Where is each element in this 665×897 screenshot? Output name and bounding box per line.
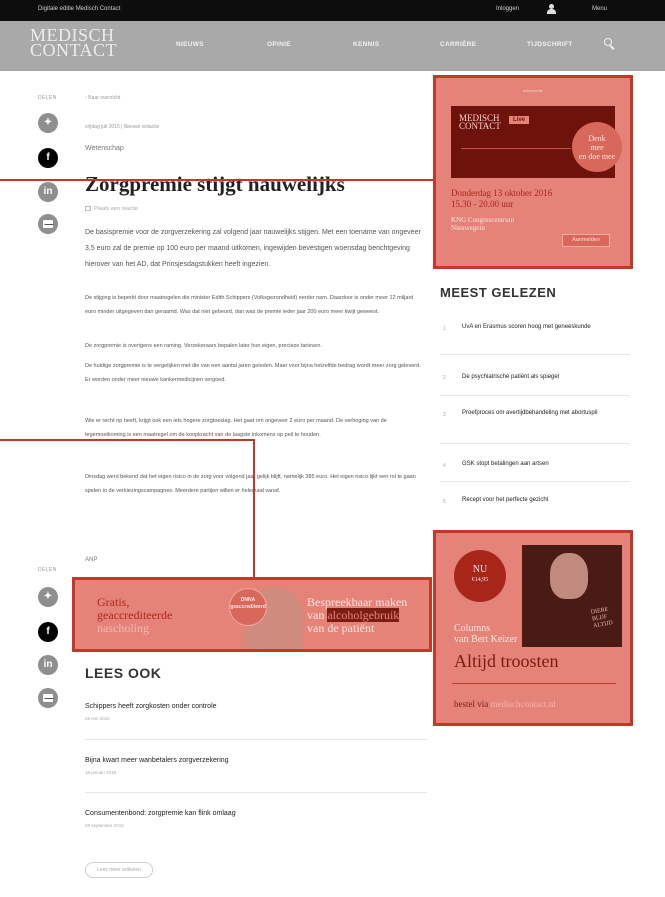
email-share-button[interactable] xyxy=(38,214,58,234)
price-badge: NU €14,95 xyxy=(454,550,506,602)
nav-item-tijdschrift[interactable]: TIJDSCHRIFT xyxy=(527,41,573,48)
related-date: 16 januari 2018 xyxy=(85,770,117,775)
related-date: 26 mei 2016 xyxy=(85,716,110,721)
order-link[interactable]: bestel via medischcontact.nl xyxy=(454,699,556,709)
most-read-rank: 4 xyxy=(443,463,446,469)
event-banner-ad[interactable]: advertentie MEDISCH CONTACT Live Denk me… xyxy=(433,75,633,269)
divider xyxy=(85,792,427,793)
page-title: Zorgpremie stijgt nauwelijks xyxy=(85,172,345,196)
register-button[interactable]: Aanmelden xyxy=(562,234,610,247)
most-read-item[interactable]: UvA en Erasmus scoren hoog met geneeskun… xyxy=(462,322,622,333)
search-icon[interactable] xyxy=(604,38,616,50)
accreditation-banner-ad[interactable]: Gratis, geaccrediteerde nascholing DNNA … xyxy=(72,577,432,652)
book-subtitle: Columns van Bert Keizer xyxy=(454,623,518,645)
ad-wave-line xyxy=(461,148,571,149)
most-read-item[interactable]: GSK stopt betalingen aan artsen xyxy=(462,459,622,470)
annotation-line xyxy=(0,179,460,181)
top-bar: Digitale editie Medisch Contact Inloggen… xyxy=(0,0,665,21)
twitter-icon: ✦ xyxy=(43,591,53,602)
ad-label: advertentie xyxy=(523,88,543,93)
most-read-rank: 1 xyxy=(443,326,446,332)
article-paragraph: De zorgpremie is overigens een raming. V… xyxy=(85,343,322,349)
author-portrait xyxy=(550,553,588,599)
related-item[interactable]: Consumentenbond: zorgpremie kan flink om… xyxy=(85,810,427,828)
email-icon xyxy=(43,220,54,228)
site-logo[interactable]: MEDISCH CONTACT xyxy=(30,26,117,59)
article-source: ANP xyxy=(85,557,98,563)
user-icon[interactable] xyxy=(547,4,556,14)
divider xyxy=(452,683,616,684)
banner-left-text: Gratis, geaccrediteerde nascholing xyxy=(97,595,173,635)
article-lead: De basispremie voor de zorgverzekering z… xyxy=(85,229,421,268)
share-label-bottom: DELEN xyxy=(38,567,57,573)
linkedin-icon: in xyxy=(43,659,53,670)
annotation-line xyxy=(253,439,255,580)
event-date: Donderdag 13 oktober 2016 15.30 - 20.00 … xyxy=(451,188,553,209)
related-title[interactable]: Bijna kwart meer wanbetalers zorgverzeke… xyxy=(85,757,427,764)
book-cover-title: DIERE BLIJF ALTIJD xyxy=(590,606,614,630)
facebook-share-button[interactable]: f xyxy=(38,148,58,168)
most-read-rank: 5 xyxy=(443,499,446,505)
linkedin-share-button-bottom[interactable]: in xyxy=(38,655,58,675)
book-cover-image: DIERE BLIJF ALTIJD xyxy=(522,545,622,647)
linkedin-share-button[interactable]: in xyxy=(38,182,58,202)
breadcrumb[interactable]: ‹ Naar overzicht xyxy=(85,95,120,101)
annotation-line xyxy=(0,439,255,441)
menu-link[interactable]: Menu xyxy=(592,6,607,12)
most-read-rank: 2 xyxy=(443,375,446,381)
facebook-icon: f xyxy=(46,626,50,637)
post-comment-link[interactable]: Plaats een reactie xyxy=(85,206,138,212)
nav-item-kennis[interactable]: KENNIS xyxy=(353,41,379,48)
most-read-item[interactable]: De psychiatrische patiënt als spiegel xyxy=(462,372,622,383)
divider xyxy=(85,739,427,740)
related-date: 28 september 2016 xyxy=(85,823,124,828)
article-paragraph: Wie er recht op heeft, krijgt ook een ie… xyxy=(85,418,387,438)
related-title[interactable]: Schippers heeft zorgkosten onder control… xyxy=(85,703,427,710)
digital-edition-link[interactable]: Digitale editie Medisch Contact xyxy=(38,6,120,12)
nav-item-carriere[interactable]: CARRIÈRE xyxy=(440,41,476,48)
most-read-item[interactable]: Recept voor het perfecte gezicht xyxy=(462,495,622,506)
divider xyxy=(440,481,630,482)
article-paragraph: Dinsdag werd bekend dat het eigen risico… xyxy=(85,474,416,494)
divider xyxy=(440,395,630,396)
article-category[interactable]: Wetenschap xyxy=(85,145,124,152)
accreditation-badge: DNNA geaccrediteerd xyxy=(229,588,267,626)
ad-circle: Denk mee en doe mee xyxy=(572,122,622,172)
most-read-heading: MEEST GELEZEN xyxy=(440,285,557,300)
twitter-share-button-bottom[interactable]: ✦ xyxy=(38,587,58,607)
related-item[interactable]: Bijna kwart meer wanbetalers zorgverzeke… xyxy=(85,757,427,775)
email-share-button-bottom[interactable] xyxy=(38,688,58,708)
twitter-share-button[interactable]: ✦ xyxy=(38,113,58,133)
article-meta: vrijdag juli 2015 | Nieuws redactie xyxy=(85,124,160,130)
ad-logo: MEDISCH CONTACT xyxy=(459,113,501,131)
event-venue: KNG Congrescentrum Nieuwegein xyxy=(451,216,515,232)
login-link[interactable]: Inloggen xyxy=(496,6,519,12)
twitter-icon: ✦ xyxy=(43,117,53,128)
related-title[interactable]: Consumentenbond: zorgpremie kan flink om… xyxy=(85,810,427,817)
more-articles-button[interactable]: Lees meer artikelen xyxy=(85,862,153,878)
book-banner-ad[interactable]: DIERE BLIJF ALTIJD NU €14,95 Columns van… xyxy=(433,530,633,726)
share-label: DELEN xyxy=(38,95,57,101)
divider xyxy=(440,354,630,355)
banner-right-text: Bespreekbaar maken van alcoholgebruik va… xyxy=(307,595,408,635)
related-item[interactable]: Schippers heeft zorgkosten onder control… xyxy=(85,703,427,721)
book-title: Altijd troosten xyxy=(454,651,559,671)
nav-item-opinie[interactable]: OPINIE xyxy=(267,41,291,48)
divider xyxy=(440,443,630,444)
facebook-icon: f xyxy=(46,152,50,163)
main-navigation: MEDISCH CONTACT NIEUWS OPINIE KENNIS CAR… xyxy=(0,21,665,71)
most-read-rank: 3 xyxy=(443,412,446,418)
facebook-share-button-bottom[interactable]: f xyxy=(38,622,58,642)
related-heading: LEES OOK xyxy=(85,665,162,681)
nav-item-nieuws[interactable]: NIEUWS xyxy=(176,41,204,48)
live-badge: Live xyxy=(509,116,530,124)
comment-icon xyxy=(85,206,91,211)
linkedin-icon: in xyxy=(43,186,53,197)
article-paragraph: De huidige zorgpremie is te vergelijken … xyxy=(85,363,421,383)
email-icon xyxy=(43,694,54,702)
most-read-item[interactable]: Proefproces om avertijdbehandeling met a… xyxy=(462,408,622,419)
article-paragraph: De stijging is beperkt door maatregelen … xyxy=(85,295,414,315)
